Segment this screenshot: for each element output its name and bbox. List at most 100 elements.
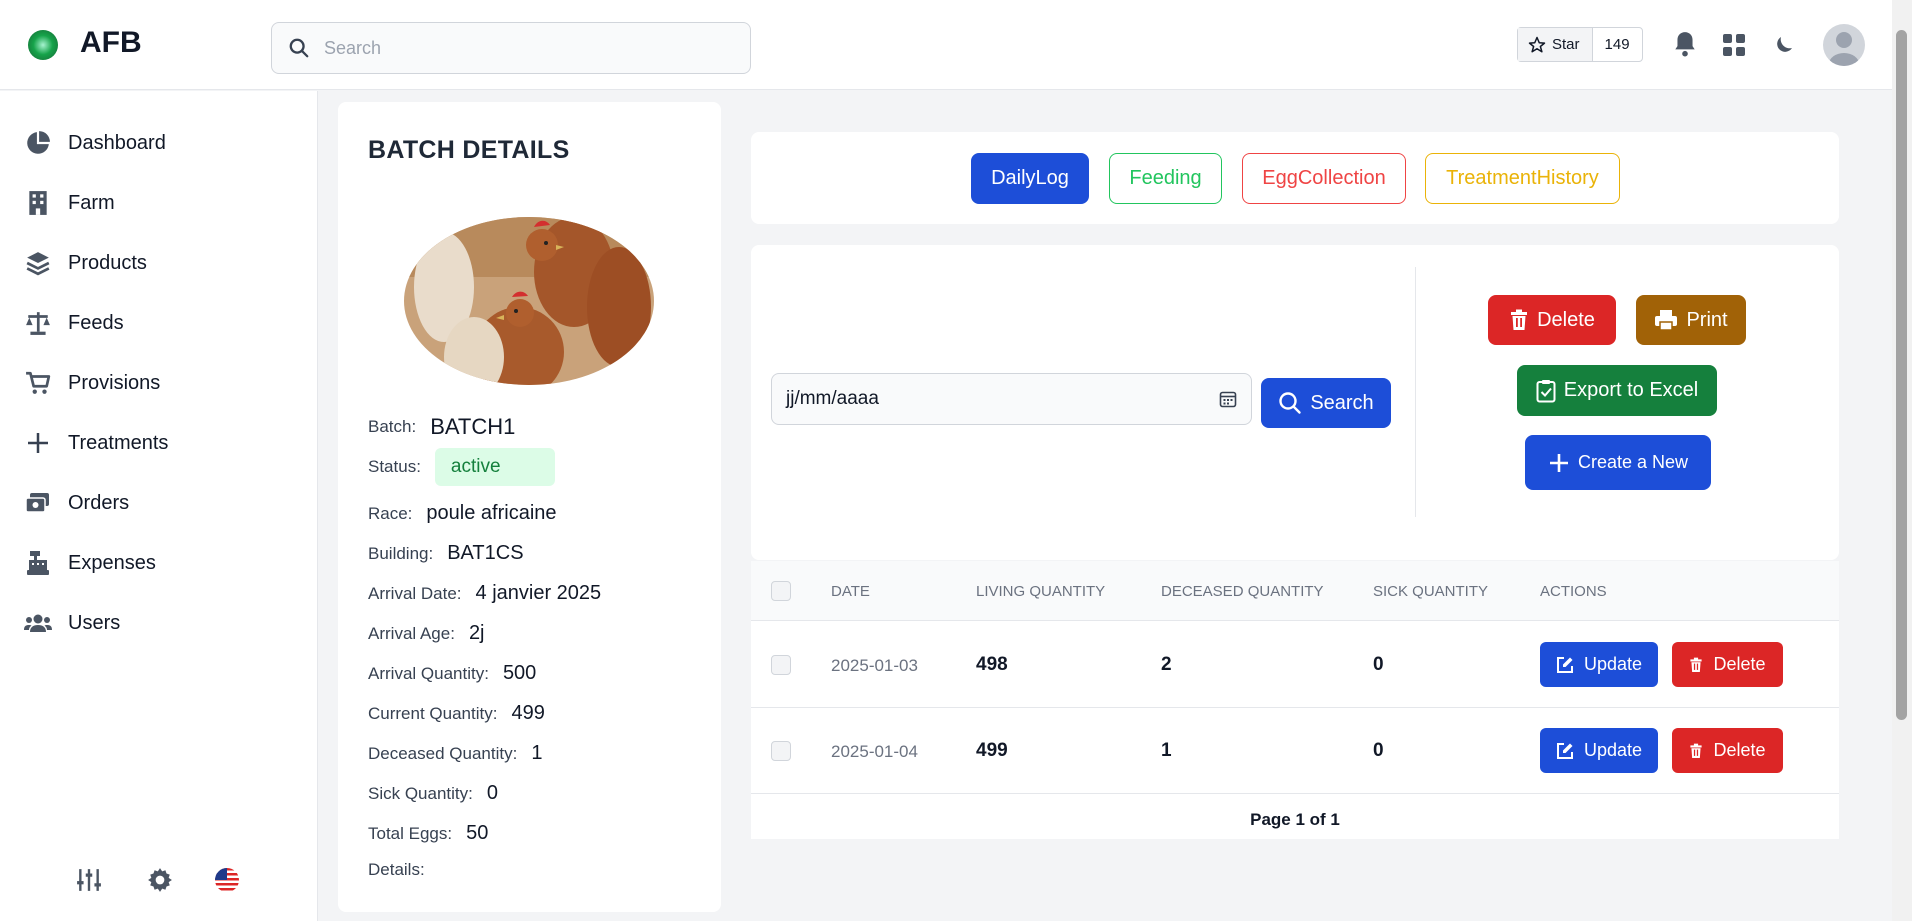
- daily-log-table: DATE LIVING QUANTITY DECEASED QUANTITY S…: [751, 561, 1839, 839]
- status-badge: active: [434, 448, 555, 486]
- status-row: Status: active: [368, 448, 555, 486]
- plus-icon: [24, 429, 52, 457]
- update-button[interactable]: Update: [1540, 728, 1658, 773]
- cash-register-icon: [24, 549, 52, 577]
- users-icon: [24, 609, 52, 637]
- scale-icon: [24, 309, 52, 337]
- sidebar-item-label: Provisions: [68, 371, 161, 394]
- arrival-age-row: Arrival Age: 2j: [368, 622, 485, 645]
- cart-icon: [24, 369, 52, 397]
- race-row: Race: poule africaine: [368, 502, 557, 525]
- delete-row-button[interactable]: Delete: [1672, 642, 1783, 687]
- tab-daily-log[interactable]: DailyLog: [971, 153, 1089, 204]
- top-bar: AFB Star 149: [0, 0, 1892, 90]
- sidebar-item-products[interactable]: Products: [24, 243, 147, 283]
- arrival-quantity-label: Arrival Quantity:: [368, 663, 489, 683]
- sidebar-item-dashboard[interactable]: Dashboard: [24, 123, 166, 163]
- delete-button-label: Delete: [1537, 308, 1595, 331]
- row-living-quantity: 499: [976, 740, 1008, 761]
- status-label: Status:: [368, 457, 421, 476]
- layers-icon: [24, 249, 52, 277]
- sidebar-item-farm[interactable]: Farm: [24, 183, 115, 223]
- row-checkbox[interactable]: [771, 655, 791, 675]
- sidebar-item-provisions[interactable]: Provisions: [24, 363, 160, 403]
- tab-egg-collection[interactable]: EggCollection: [1242, 153, 1406, 204]
- edit-icon: [1556, 742, 1573, 759]
- bell-icon[interactable]: [1672, 30, 1698, 58]
- building-value: BAT1CS: [447, 542, 524, 564]
- trash-icon: [1511, 309, 1528, 330]
- us-flag-icon[interactable]: [214, 867, 240, 893]
- arrival-age-value: 2j: [468, 622, 485, 644]
- update-button[interactable]: Update: [1540, 642, 1658, 687]
- column-date[interactable]: DATE: [831, 583, 870, 600]
- logo-icon[interactable]: [28, 30, 58, 60]
- brand-name[interactable]: AFB: [80, 26, 142, 60]
- sidebar-item-expenses[interactable]: Expenses: [24, 543, 156, 583]
- details-row: Details:: [368, 860, 439, 880]
- search-button[interactable]: Search: [1261, 378, 1391, 428]
- sidebar-item-orders[interactable]: Orders: [24, 483, 129, 523]
- sidebar-item-label: Treatments: [68, 431, 169, 454]
- create-new-button[interactable]: Create a New: [1525, 435, 1711, 490]
- total-eggs-value: 50: [466, 822, 489, 844]
- github-star-widget[interactable]: Star 149: [1517, 27, 1643, 62]
- star-label: Star: [1552, 36, 1580, 53]
- edit-icon: [1556, 656, 1573, 673]
- search-icon: [289, 38, 309, 58]
- sidebar-item-treatments[interactable]: Treatments: [24, 423, 168, 463]
- user-avatar[interactable]: [1823, 24, 1865, 66]
- calendar-icon[interactable]: [1219, 390, 1237, 408]
- sidebar-item-label: Products: [68, 251, 147, 274]
- update-button-label: Update: [1583, 740, 1643, 760]
- adjustments-icon[interactable]: [76, 867, 102, 893]
- row-sick-quantity: 0: [1373, 654, 1384, 675]
- building-row: Building: BAT1CS: [368, 542, 524, 565]
- sick-quantity-value: 0: [486, 782, 498, 804]
- print-button[interactable]: Print: [1636, 295, 1746, 345]
- batch-row: Batch: BATCH1: [368, 414, 515, 440]
- row-living-quantity: 498: [976, 654, 1008, 675]
- print-button-label: Print: [1686, 308, 1728, 331]
- details-label: Details:: [368, 860, 425, 879]
- arrival-age-label: Arrival Age:: [368, 623, 455, 643]
- building-icon: [24, 189, 52, 217]
- delete-row-label: Delete: [1713, 740, 1766, 760]
- sidebar-item-users[interactable]: Users: [24, 603, 120, 643]
- tab-treatment-history[interactable]: TreatmentHistory: [1425, 153, 1620, 204]
- scrollbar-thumb[interactable]: [1896, 30, 1907, 720]
- clipboard-check-icon: [1536, 379, 1556, 402]
- table-row: 2025-01-04 499 1 0 Update Delete: [751, 708, 1839, 794]
- date-placeholder: jj/mm/aaaa: [786, 388, 879, 409]
- date-input[interactable]: jj/mm/aaaa: [771, 373, 1252, 425]
- dark-mode-moon-icon[interactable]: [1772, 33, 1796, 57]
- column-living-quantity[interactable]: LIVING QUANTITY: [976, 583, 1105, 600]
- update-button-label: Update: [1583, 654, 1643, 674]
- search-input[interactable]: [322, 33, 732, 63]
- search-button-label: Search: [1310, 391, 1374, 414]
- arrival-date-label: Arrival Date:: [368, 583, 462, 603]
- sick-quantity-label: Sick Quantity:: [368, 783, 473, 803]
- apps-grid-icon[interactable]: [1722, 33, 1746, 57]
- gear-icon[interactable]: [147, 867, 173, 893]
- race-label: Race:: [368, 503, 413, 523]
- star-count[interactable]: 149: [1593, 28, 1642, 61]
- tabs-card: DailyLog Feeding EggCollection Treatment…: [751, 132, 1839, 224]
- star-button[interactable]: Star: [1518, 28, 1593, 61]
- column-deceased-quantity[interactable]: DECEASED QUANTITY: [1161, 583, 1324, 600]
- column-sick-quantity[interactable]: SICK QUANTITY: [1373, 583, 1488, 600]
- export-excel-button[interactable]: Export to Excel: [1517, 365, 1717, 416]
- tab-feeding[interactable]: Feeding: [1109, 153, 1222, 204]
- printer-icon: [1655, 310, 1678, 331]
- sidebar-item-feeds[interactable]: Feeds: [24, 303, 124, 343]
- row-deceased-quantity: 1: [1161, 740, 1172, 761]
- search-box[interactable]: [271, 22, 751, 74]
- row-checkbox[interactable]: [771, 741, 791, 761]
- delete-row-label: Delete: [1713, 654, 1766, 674]
- deceased-quantity-row: Deceased Quantity: 1: [368, 742, 542, 765]
- select-all-checkbox[interactable]: [771, 581, 791, 601]
- delete-button[interactable]: Delete: [1488, 295, 1616, 345]
- column-actions: ACTIONS: [1540, 583, 1607, 600]
- row-sick-quantity: 0: [1373, 740, 1384, 761]
- delete-row-button[interactable]: Delete: [1672, 728, 1783, 773]
